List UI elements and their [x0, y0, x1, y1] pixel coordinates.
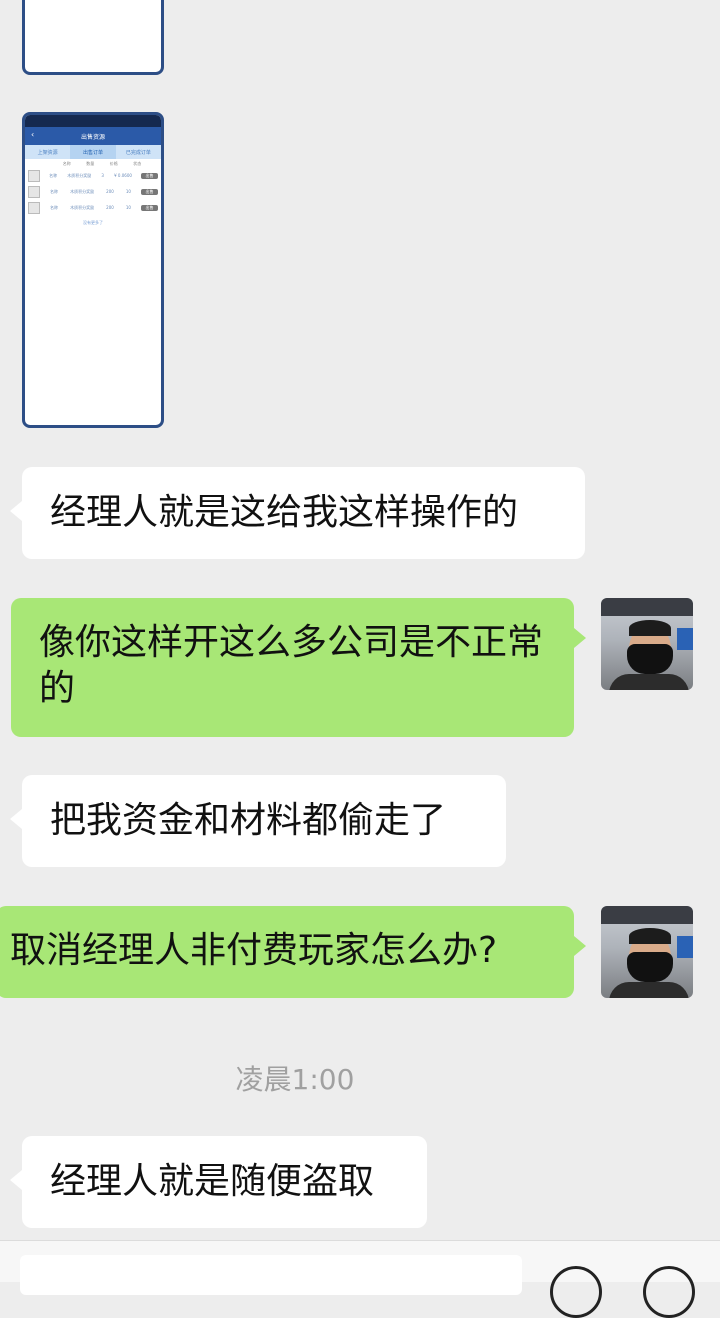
- message-timestamp: 凌晨1:00: [235, 1063, 355, 1096]
- item-thumbnail-icon: [28, 186, 40, 198]
- row-price: ¥ 0.0600: [114, 173, 132, 178]
- row-qty: 3: [101, 173, 104, 178]
- message-bubble-incoming[interactable]: 经理人就是这给我这样操作的: [10, 467, 585, 559]
- row-qty: 200: [106, 189, 114, 194]
- emoji-button[interactable]: [550, 1266, 602, 1318]
- message-bubble-outgoing[interactable]: 像你这样开这么多公司是不正常的: [11, 598, 586, 737]
- screenshot-title: 出售资源: [80, 133, 105, 141]
- screenshot-status-bar: [25, 115, 161, 127]
- screenshot-row: 名称 木质积分奖励 200 10 出售: [25, 184, 161, 200]
- message-bubble-outgoing[interactable]: 取消经理人非付费玩家怎么办?: [0, 906, 586, 998]
- message-text: 经理人就是随便盗取: [50, 1161, 375, 1202]
- screenshot-tab: 已完成订单: [125, 149, 151, 156]
- row-desc: 木质积分奖励: [70, 189, 95, 194]
- screenshot-header-cell: 状态: [133, 160, 142, 166]
- row-button: 出售: [141, 205, 158, 211]
- row-price: 10: [125, 189, 131, 194]
- row-name: 名称: [50, 189, 59, 194]
- screenshot-tabs: 上架资源 出售订单 已完成订单: [25, 145, 161, 159]
- row-name: 名称: [50, 205, 59, 210]
- message-bubble-incoming[interactable]: 把我资金和材料都偷走了: [10, 775, 506, 867]
- composer-bar: [0, 1240, 720, 1295]
- message-text: 把我资金和材料都偷走了: [50, 800, 447, 841]
- screenshot-tab: 上架资源: [37, 149, 58, 156]
- screenshot-header-cell: 价格: [109, 160, 118, 166]
- row-button: 出售: [141, 189, 158, 195]
- row-qty: 200: [106, 205, 114, 210]
- screenshot-title-bar: ‹ 出售资源: [25, 127, 161, 145]
- back-icon: ‹: [31, 130, 35, 139]
- row-price: 10: [125, 205, 131, 210]
- message-bubble-incoming[interactable]: 经理人就是随便盗取: [10, 1136, 427, 1228]
- message-text: 取消经理人非付费玩家怎么办?: [10, 930, 498, 971]
- row-name: 名称: [49, 173, 58, 178]
- user-avatar[interactable]: [601, 598, 693, 690]
- message-input[interactable]: [20, 1255, 522, 1295]
- user-avatar[interactable]: [601, 906, 693, 998]
- row-desc: 木质积分奖励: [70, 205, 95, 210]
- screenshot-footer: 没有更多了: [83, 220, 103, 225]
- screenshot-table-header: 名称 数量 价格 状态: [25, 159, 161, 168]
- row-button: 出售: [141, 173, 158, 179]
- plus-button[interactable]: [643, 1266, 695, 1318]
- item-thumbnail-icon: [28, 170, 40, 182]
- screenshot-row: 名称 木质积分奖励 3 ¥ 0.0600 出售: [25, 168, 161, 184]
- screenshot-row: 名称 木质积分奖励 200 10 出售: [25, 200, 161, 216]
- image-message[interactable]: [22, 0, 164, 75]
- message-text: 经理人就是这给我这样操作的: [50, 492, 519, 533]
- screenshot-tab: 出售订单: [70, 145, 116, 159]
- message-text: 像你这样开这么多公司是不正常的: [39, 622, 544, 709]
- screenshot-header-cell: 数量: [86, 160, 95, 166]
- screenshot-header-cell: 名称: [62, 160, 71, 166]
- image-message-screenshot[interactable]: ‹ 出售资源 上架资源 出售订单 已完成订单 名称 数量 价格 状态 名称 木质…: [22, 112, 164, 428]
- row-desc: 木质积分奖励: [67, 173, 92, 178]
- item-thumbnail-icon: [28, 202, 40, 214]
